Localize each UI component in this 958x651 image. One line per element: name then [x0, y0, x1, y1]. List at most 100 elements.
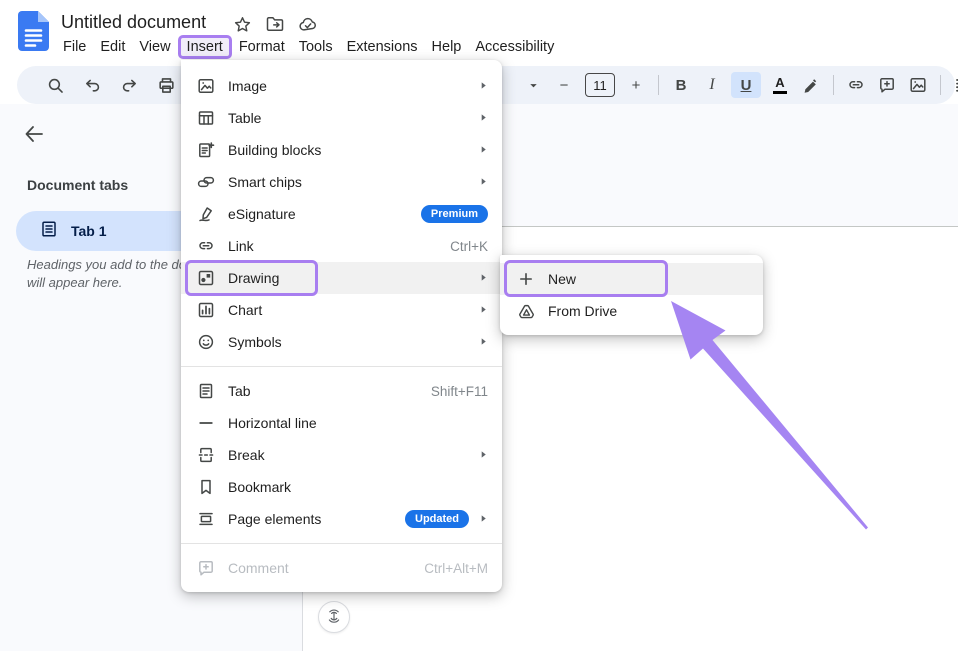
submenu-item-new[interactable]: New: [500, 263, 763, 295]
menu-help[interactable]: Help: [425, 37, 469, 57]
menu-item-chart[interactable]: Chart: [181, 294, 502, 326]
increase-font-size-button[interactable]: +: [624, 72, 648, 98]
chart-icon: [197, 301, 215, 319]
underline-button-glyph: U: [741, 77, 752, 94]
add-comment-button[interactable]: [875, 72, 899, 98]
menu-separator: [181, 366, 502, 367]
menu-item-image-label: Image: [228, 78, 267, 94]
text-color-button[interactable]: A: [768, 72, 792, 98]
insert-link-button[interactable]: [844, 72, 868, 98]
star-icon[interactable]: [232, 14, 252, 34]
menu-item-building-blocks[interactable]: Building blocks: [181, 134, 502, 166]
shortcut-hint: Ctrl+K: [450, 239, 488, 254]
comment-add-icon: [878, 76, 896, 94]
menu-item-break[interactable]: Break: [181, 439, 502, 471]
decrease-font-size-button[interactable]: −: [552, 72, 576, 98]
menu-view[interactable]: View: [132, 37, 177, 57]
submenu-arrow-icon: [479, 301, 488, 319]
sidebar-title: Document tabs: [27, 177, 128, 193]
menu-item-symbols-label: Symbols: [228, 334, 282, 350]
highlight-color-button[interactable]: [799, 72, 823, 98]
menu-item-drawing-label: Drawing: [228, 270, 279, 286]
bold-button[interactable]: B: [669, 72, 693, 98]
app-header: Untitled document FileEditViewInsertForm…: [0, 0, 958, 62]
page-elements-icon: [197, 510, 215, 528]
toolbar-right-group: −11 + BI U A: [521, 66, 958, 104]
drawing-icon: [197, 269, 215, 287]
redo-icon: [120, 76, 139, 95]
undo-icon: [83, 76, 102, 95]
underline-button[interactable]: U: [731, 72, 761, 98]
print-button[interactable]: [154, 72, 178, 98]
font-size-value[interactable]: 11: [585, 73, 615, 97]
undo-button[interactable]: [80, 72, 104, 98]
menu-item-break-label: Break: [228, 447, 265, 463]
shortcut-hint: Shift+F11: [431, 384, 488, 399]
submenu-arrow-icon: [479, 269, 488, 287]
submenu-arrow-icon: [479, 510, 488, 528]
cloud-saved-icon[interactable]: [298, 14, 318, 34]
esignature-icon: [197, 205, 215, 223]
menu-item-page-elements-label: Page elements: [228, 511, 321, 527]
menu-item-tab[interactable]: TabShift+F11: [181, 375, 502, 407]
menu-item-horizontal-line-label: Horizontal line: [228, 415, 317, 431]
building-blocks-icon: [197, 141, 215, 159]
premium-badge: Premium: [421, 205, 488, 223]
document-title[interactable]: Untitled document: [61, 12, 206, 33]
menu-item-drawing[interactable]: Drawing: [181, 262, 502, 294]
menu-separator: [181, 543, 502, 544]
tab-document-icon: [40, 220, 58, 243]
move-folder-icon[interactable]: [265, 14, 285, 34]
align-button[interactable]: [951, 72, 958, 98]
menu-format[interactable]: Format: [232, 37, 292, 57]
smart-chips-icon: [197, 173, 215, 191]
image-icon: [197, 77, 215, 95]
font-size-input[interactable]: 11: [583, 72, 617, 98]
italic-button[interactable]: I: [700, 72, 724, 98]
close-sidebar-button[interactable]: [22, 122, 48, 148]
menu-item-table[interactable]: Table: [181, 102, 502, 134]
italic-button-glyph: I: [709, 76, 714, 94]
help-me-write-button[interactable]: [318, 601, 350, 633]
plus-icon: [518, 271, 534, 287]
menu-item-smart-chips[interactable]: Smart chips: [181, 166, 502, 198]
tab-icon: [197, 382, 215, 400]
styles-dropdown-caret[interactable]: [521, 72, 545, 98]
toolbar-separator: [658, 75, 659, 95]
menu-item-horizontal-line[interactable]: Horizontal line: [181, 407, 502, 439]
google-docs-logo[interactable]: [18, 11, 49, 56]
menu-extensions[interactable]: Extensions: [340, 37, 425, 57]
menu-item-symbols[interactable]: Symbols: [181, 326, 502, 358]
menu-item-page-elements[interactable]: Page elementsUpdated: [181, 503, 502, 535]
menu-edit[interactable]: Edit: [93, 37, 132, 57]
submenu-arrow-icon: [479, 141, 488, 159]
menu-item-link[interactable]: LinkCtrl+K: [181, 230, 502, 262]
insert-image-button[interactable]: [906, 72, 930, 98]
menu-insert[interactable]: Insert: [178, 35, 232, 59]
menu-item-chart-label: Chart: [228, 302, 262, 318]
submenu-arrow-icon: [479, 333, 488, 351]
menu-file[interactable]: File: [56, 37, 93, 57]
back-arrow-icon: [22, 122, 46, 146]
submenu-item-from-drive[interactable]: From Drive: [500, 295, 763, 327]
search-button[interactable]: [43, 72, 67, 98]
menu-tools[interactable]: Tools: [292, 37, 340, 57]
menu-item-esignature[interactable]: eSignature Premium: [181, 198, 502, 230]
menu-item-esignature-label: eSignature: [228, 206, 296, 222]
shortcut-hint: Ctrl+Alt+M: [424, 561, 488, 576]
link-icon: [197, 237, 215, 255]
insert-menu: ImageTableBuilding blocksSmart chipseSig…: [181, 60, 502, 592]
comment-add-icon: [197, 559, 215, 577]
submenu-item-from-drive-label: From Drive: [548, 303, 617, 319]
text-color-glyph: A: [773, 76, 787, 94]
menu-item-building-blocks-label: Building blocks: [228, 142, 321, 158]
redo-button[interactable]: [117, 72, 141, 98]
link-icon: [847, 76, 865, 94]
menu-item-bookmark-label: Bookmark: [228, 479, 291, 495]
drawing-submenu: New From Drive: [500, 255, 763, 335]
menu-accessibility[interactable]: Accessibility: [468, 37, 561, 57]
tab-label: Tab 1: [71, 223, 107, 239]
image-icon: [909, 76, 927, 94]
menu-item-bookmark[interactable]: Bookmark: [181, 471, 502, 503]
menu-item-image[interactable]: Image: [181, 70, 502, 102]
